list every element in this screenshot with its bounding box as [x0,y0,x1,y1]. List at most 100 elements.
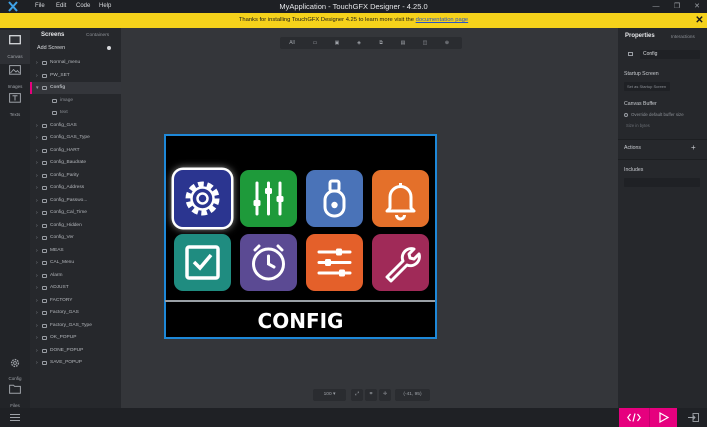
hamburger-menu-icon[interactable] [10,414,20,421]
menu-tile[interactable] [174,170,231,227]
chevron-right-icon[interactable]: › [36,357,38,369]
preview-title[interactable]: CONFIG [164,307,437,335]
toolbar-group-icon[interactable]: ⧉ [372,37,390,49]
add-action-button[interactable]: + [691,143,696,152]
tree-screen-item[interactable]: › OK_POPUP [30,332,121,344]
tree-screen-item[interactable]: › Config_Ver [30,232,121,244]
tree-screen-item[interactable]: › Config_GAS_Type [30,132,121,144]
toolbar-container-icon[interactable]: ▤ [394,37,412,49]
tab-screens[interactable]: Screens [41,32,64,38]
maximize-button[interactable]: ❐ [667,0,687,13]
toolbar-layers-icon[interactable]: ◈ [350,37,368,49]
chevron-right-icon[interactable]: › [36,195,38,207]
tree-screen-item[interactable]: › MEAS [30,245,121,257]
screen-icon [42,248,47,253]
generate-code-button[interactable] [619,408,649,427]
tree-screen-item[interactable]: › Normal_menu [30,57,121,69]
move-icon[interactable]: ✛ [379,389,391,401]
tree-screen-item[interactable]: › PW_SET [30,70,121,82]
filter-all-button[interactable]: All [282,37,302,49]
zoom-select[interactable]: 100 ▾ [313,389,346,401]
preview-divider [165,300,435,302]
menu-tile[interactable] [174,234,231,291]
tree-screen-item[interactable]: › Config_GAS [30,120,121,132]
chevron-right-icon[interactable]: › [36,207,38,219]
chevron-right-icon[interactable]: › [36,282,38,294]
tree-screen-item[interactable]: › ADJUST [30,282,121,294]
chevron-right-icon[interactable]: › [36,220,38,232]
tree-screen-item[interactable]: › DONE_POPUP [30,345,121,357]
exit-icon[interactable] [688,413,699,422]
toolbar-box-icon[interactable]: ◫ [416,37,434,49]
menu-tile[interactable] [306,170,363,227]
tree-child-item[interactable]: image [30,95,121,107]
tree-screen-item[interactable]: › Config_Cal_Time [30,207,121,219]
documentation-link[interactable]: documentation page [416,17,469,23]
buffer-size-field[interactable]: Size in bytes [626,123,650,128]
tree-child-item[interactable]: text [30,107,121,119]
minimize-button[interactable]: — [646,0,666,13]
tree-item-label: PW_SET [50,72,70,78]
toolbar-monitor-icon[interactable]: ▭ [306,37,324,49]
screen-icon [42,361,47,365]
close-window-button[interactable]: ✕ [687,0,707,13]
tree-screen-item[interactable]: › SAVE_POPUP [30,357,121,369]
chevron-right-icon[interactable]: › [36,232,38,244]
tab-interactions[interactable]: Interactions [671,34,695,39]
tree-screen-item[interactable]: › Config_Address [30,182,121,194]
chevron-right-icon[interactable]: › [36,345,38,357]
chevron-right-icon[interactable]: › [36,57,38,69]
tree-item-label: Config_GAS [50,122,77,128]
chevron-down-icon[interactable]: ▾ [36,82,39,94]
add-screen-plus-icon[interactable] [107,46,111,50]
tree-screen-item[interactable]: › FACTORY [30,295,121,307]
tree-screen-item[interactable]: ▾ Config [30,82,121,94]
chevron-right-icon[interactable]: › [36,170,38,182]
menu-tile[interactable] [372,170,429,227]
tab-containers[interactable]: Containers [86,33,109,38]
menu-tile[interactable] [306,234,363,291]
set-startup-button[interactable]: Set as Startup Screen [624,82,670,91]
menu-tile[interactable] [240,234,297,291]
chevron-right-icon[interactable]: › [36,182,38,194]
tree-screen-item[interactable]: › CAL_Menu [30,257,121,269]
tree-screen-item[interactable]: › Config_Baudrate [30,157,121,169]
nav-canvas[interactable]: Canvas [0,30,30,64]
tree-screen-item[interactable]: › Config_Passwo... [30,195,121,207]
tree-screen-item[interactable]: › Config_Parity [30,170,121,182]
menu-tile[interactable] [240,170,297,227]
chevron-right-icon[interactable]: › [36,295,38,307]
chevron-right-icon[interactable]: › [36,332,38,344]
toolbar-globe-icon[interactable]: ⊕ [438,37,456,49]
chevron-right-icon[interactable]: › [36,120,38,132]
chevron-right-icon[interactable]: › [36,70,38,82]
chevron-right-icon[interactable]: › [36,245,38,257]
chevron-right-icon[interactable]: › [36,320,38,332]
chevron-right-icon[interactable]: › [36,132,38,144]
sliders-vertical-icon [253,181,284,216]
chevron-right-icon[interactable]: › [36,307,38,319]
includes-field[interactable] [624,178,700,187]
screen-icon [42,161,47,165]
crop-icon[interactable]: ⌗ [365,389,377,401]
banner-close-button[interactable]: ✕ [694,15,705,26]
tree-screen-item[interactable]: › Factory_GAS [30,307,121,319]
chevron-right-icon[interactable]: › [36,270,38,282]
fit-screen-icon[interactable]: ⤢ [351,389,363,401]
menu-tile[interactable] [372,234,429,291]
tree-screen-item[interactable]: › Config_Hidden [30,220,121,232]
chevron-right-icon[interactable]: › [36,257,38,269]
nav-texts[interactable]: Texts [0,88,30,122]
screen-icon [42,136,47,140]
run-simulator-button[interactable] [649,408,677,427]
screen-name-field[interactable]: Config [640,50,700,59]
chevron-right-icon[interactable]: › [36,157,38,169]
override-buffer-checkbox[interactable] [624,113,628,117]
add-screen-button[interactable]: Add Screen [37,45,65,51]
tab-properties[interactable]: Properties [625,33,655,39]
tree-screen-item[interactable]: › Config_HART [30,145,121,157]
tree-screen-item[interactable]: › Alarm [30,270,121,282]
toolbar-image-icon[interactable]: ▣ [328,37,346,49]
chevron-right-icon[interactable]: › [36,145,38,157]
tree-screen-item[interactable]: › Factory_GAS_Type [30,320,121,332]
